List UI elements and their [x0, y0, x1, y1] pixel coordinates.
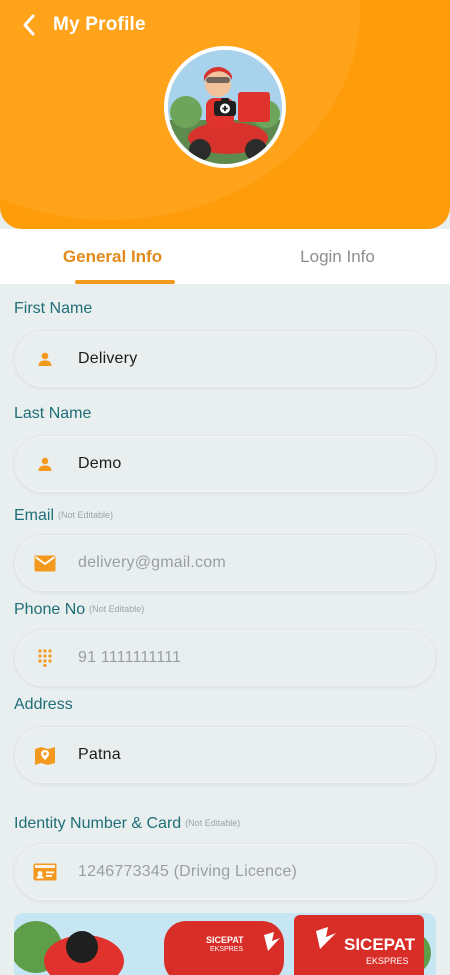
- tab-general-info[interactable]: General Info: [0, 229, 225, 284]
- banner-brand-sub: EKSPRES: [366, 956, 409, 966]
- person-icon: [33, 347, 57, 371]
- identity-label: Identity Number & Card (Not Editable): [14, 815, 241, 832]
- back-button[interactable]: [14, 10, 44, 40]
- identity-value: 1246773345 (Driving Licence): [78, 863, 298, 880]
- mail-icon: [33, 551, 57, 575]
- active-tab-indicator: [75, 280, 175, 284]
- identity-field: 1246773345 (Driving Licence): [14, 843, 436, 901]
- banner-rider-brand: SICEPAT: [206, 935, 244, 945]
- id-card-icon: [33, 860, 57, 884]
- last-name-field[interactable]: Demo: [14, 435, 436, 493]
- not-editable-note: (Not Editable): [58, 510, 114, 520]
- last-name-label: Last Name: [14, 405, 92, 422]
- avatar[interactable]: [164, 46, 286, 168]
- map-pin-icon: [33, 743, 57, 767]
- address-field[interactable]: Patna: [14, 726, 436, 784]
- avatar-image: [168, 50, 282, 164]
- banner-rider-brand-sub: EKSPRES: [210, 946, 244, 953]
- email-label: Email (Not Editable): [14, 507, 114, 524]
- first-name-label: First Name: [14, 300, 93, 317]
- dialpad-icon: [33, 646, 57, 670]
- not-editable-note: (Not Editable): [89, 604, 145, 614]
- email-field: delivery@gmail.com: [14, 534, 436, 592]
- phone-field: 91 1111111111: [14, 629, 436, 687]
- phone-value: 91 1111111111: [78, 649, 182, 666]
- first-name-value: Delivery: [78, 350, 138, 367]
- last-name-value: Demo: [78, 455, 122, 472]
- address-value: Patna: [78, 746, 121, 763]
- page-title: My Profile: [53, 14, 146, 35]
- chevron-left-icon: [23, 14, 35, 36]
- address-label: Address: [14, 696, 73, 713]
- banner-brand: SICEPAT: [344, 935, 416, 954]
- promo-banner: SICEPAT EKSPRES SICEPAT EKSPRES: [14, 913, 436, 975]
- not-editable-note: (Not Editable): [185, 818, 241, 828]
- first-name-field[interactable]: Delivery: [14, 330, 436, 388]
- tab-login-info[interactable]: Login Info: [225, 229, 450, 284]
- email-value: delivery@gmail.com: [78, 554, 226, 571]
- profile-header: My Profile: [0, 0, 450, 229]
- camera-icon[interactable]: [213, 97, 237, 117]
- phone-label: Phone No (Not Editable): [14, 601, 145, 618]
- person-icon: [33, 452, 57, 476]
- tab-bar: General Info Login Info: [0, 229, 450, 284]
